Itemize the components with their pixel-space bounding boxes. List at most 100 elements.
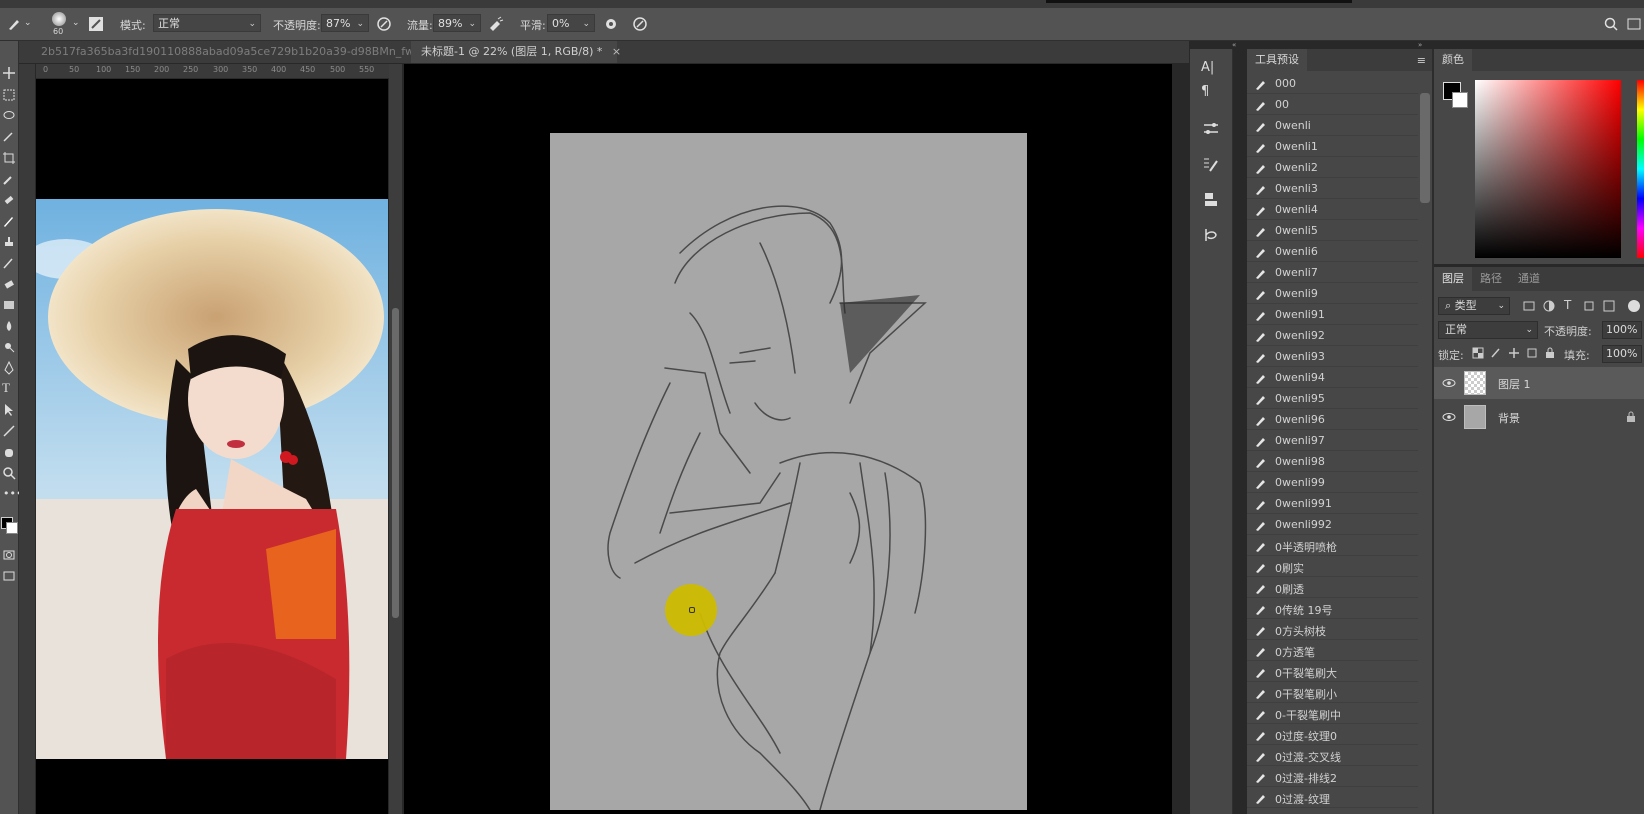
brush-preview-icon[interactable]: [52, 12, 66, 26]
smoothing-field[interactable]: 0% ⌄: [547, 14, 595, 32]
preset-item[interactable]: 0传统 19号: [1247, 599, 1418, 619]
lock-position-icon[interactable]: [1508, 347, 1520, 359]
blend-mode-select[interactable]: 正常 ⌄: [1438, 321, 1538, 339]
eyedropper-icon[interactable]: [2, 172, 16, 186]
paragraph-panel-icon[interactable]: ¶: [1201, 84, 1221, 104]
tab-reference-image[interactable]: 2b517fa365ba3fd190110888abad09a5ce729b1b…: [31, 41, 428, 63]
filter-type-icon[interactable]: T: [1564, 298, 1571, 312]
preset-item[interactable]: 0wenli91: [1247, 305, 1418, 325]
healing-brush-icon[interactable]: [2, 193, 16, 207]
quick-mask-icon[interactable]: [2, 548, 16, 562]
adjustments-icon[interactable]: [1201, 119, 1221, 139]
preset-item[interactable]: 0wenli94: [1247, 368, 1418, 388]
preset-item[interactable]: 0wenli991: [1247, 494, 1418, 514]
line-tool-icon[interactable]: [2, 424, 16, 438]
preset-item[interactable]: 0wenli99: [1247, 473, 1418, 493]
preset-item[interactable]: 0wenli992: [1247, 515, 1418, 535]
preset-item[interactable]: 0干裂笔刷大: [1247, 662, 1418, 682]
preset-item[interactable]: 0wenli4: [1247, 200, 1418, 220]
workspace-icon[interactable]: [1626, 16, 1642, 32]
eraser-icon[interactable]: [2, 277, 16, 291]
preset-item[interactable]: 0wenli3: [1247, 179, 1418, 199]
eye-icon[interactable]: [1442, 376, 1456, 390]
magic-wand-icon[interactable]: [2, 129, 16, 143]
preset-item[interactable]: 0wenli7: [1247, 263, 1418, 283]
lasso-tool-icon[interactable]: [2, 109, 16, 123]
history-panel-icon[interactable]: [1201, 225, 1221, 245]
scrollbar-thumb[interactable]: [392, 308, 399, 618]
dodge-tool-icon[interactable]: [2, 340, 16, 354]
pen-tool-icon[interactable]: [2, 361, 16, 375]
preset-item[interactable]: 0方头树枝: [1247, 620, 1418, 640]
preset-item[interactable]: 000: [1247, 74, 1418, 94]
filter-pixel-icon[interactable]: [1522, 299, 1536, 313]
preset-item[interactable]: 0wenli9: [1247, 284, 1418, 304]
pressure-size-icon[interactable]: [632, 16, 648, 32]
preset-item[interactable]: 0半透明喷枪: [1247, 536, 1418, 556]
preset-item[interactable]: 0wenli93: [1247, 347, 1418, 367]
brush-preset-arrow[interactable]: ⌄: [72, 18, 80, 28]
preset-item[interactable]: 0wenli: [1247, 116, 1418, 136]
layer-filter-select[interactable]: ⌕ 类型 ⌄: [1438, 297, 1510, 315]
screen-mode-icon[interactable]: [2, 569, 16, 583]
hand-tool-icon[interactable]: [2, 445, 16, 459]
preset-item[interactable]: 0刷实: [1247, 557, 1418, 577]
lock-all-icon[interactable]: [1544, 347, 1556, 359]
clone-source-icon[interactable]: [1201, 190, 1221, 210]
flow-field[interactable]: 89% ⌄: [433, 14, 481, 32]
move-tool-icon[interactable]: [2, 66, 16, 80]
brush-settings-panel-icon[interactable]: [1201, 155, 1221, 175]
panel-menu-icon[interactable]: ≡: [1417, 54, 1426, 67]
close-icon[interactable]: ×: [612, 45, 621, 58]
preset-item[interactable]: 0wenli95: [1247, 389, 1418, 409]
history-brush-icon[interactable]: [2, 256, 16, 270]
collapse-panels-icon[interactable]: «: [1232, 41, 1246, 49]
brush-settings-icon[interactable]: [88, 16, 104, 32]
character-panel-icon[interactable]: A|: [1201, 60, 1221, 80]
preset-item[interactable]: 0干裂笔刷小: [1247, 683, 1418, 703]
filter-smart-object-icon[interactable]: [1602, 299, 1616, 313]
expand-panels-icon[interactable]: »: [1418, 41, 1432, 49]
preset-item[interactable]: 0wenli1: [1247, 137, 1418, 157]
filter-adjustment-icon[interactable]: [1542, 299, 1556, 313]
preset-item[interactable]: 0wenli92: [1247, 326, 1418, 346]
tab-layers[interactable]: 图层: [1434, 267, 1472, 291]
presets-scrollbar-thumb[interactable]: [1420, 93, 1430, 203]
fill-field[interactable]: 100%: [1602, 345, 1642, 363]
blur-tool-icon[interactable]: [2, 319, 16, 333]
preset-item[interactable]: 0wenli97: [1247, 431, 1418, 451]
layer-opacity-field[interactable]: 100%: [1602, 321, 1642, 339]
tool-presets-title[interactable]: 工具预设: [1247, 49, 1307, 71]
gear-icon[interactable]: [603, 16, 619, 32]
lock-transparent-icon[interactable]: [1472, 347, 1484, 359]
pressure-opacity-icon[interactable]: [376, 16, 392, 32]
zoom-tool-icon[interactable]: [2, 466, 16, 480]
background-color-swatch[interactable]: [6, 522, 18, 534]
stamp-tool-icon[interactable]: [2, 235, 16, 249]
preset-item[interactable]: 0过渡-交叉线: [1247, 746, 1418, 766]
preset-item[interactable]: 0wenli6: [1247, 242, 1418, 262]
preset-item[interactable]: 0wenli98: [1247, 452, 1418, 472]
tab-untitled-1[interactable]: 未标题-1 @ 22% (图层 1, RGB/8) * ×: [411, 41, 621, 63]
filter-shape-icon[interactable]: [1582, 299, 1596, 313]
tab-channels[interactable]: 通道: [1510, 267, 1548, 291]
eye-icon[interactable]: [1442, 410, 1456, 424]
drawing-canvas[interactable]: [550, 133, 1027, 810]
opacity-field[interactable]: 87% ⌄: [321, 14, 369, 32]
marquee-tool-icon[interactable]: [2, 88, 16, 102]
lock-image-icon[interactable]: [1490, 347, 1502, 359]
preset-item[interactable]: 0wenli5: [1247, 221, 1418, 241]
left-document-scrollbar[interactable]: [389, 64, 402, 814]
preset-item[interactable]: 0过度-纹理0: [1247, 725, 1418, 745]
brush-tool-icon[interactable]: [6, 16, 22, 32]
filter-toggle-icon[interactable]: [1628, 300, 1640, 312]
preset-item[interactable]: 0wenli96: [1247, 410, 1418, 430]
gradient-tool-icon[interactable]: [2, 298, 16, 312]
tab-paths[interactable]: 路径: [1472, 267, 1510, 291]
background-color-swatch[interactable]: [1452, 92, 1468, 108]
airbrush-icon[interactable]: [488, 16, 504, 32]
layer-name[interactable]: 背景: [1498, 410, 1520, 426]
layer-name[interactable]: 图层 1: [1498, 376, 1531, 392]
color-picker-field[interactable]: [1475, 80, 1621, 258]
preset-item[interactable]: 0wenli2: [1247, 158, 1418, 178]
